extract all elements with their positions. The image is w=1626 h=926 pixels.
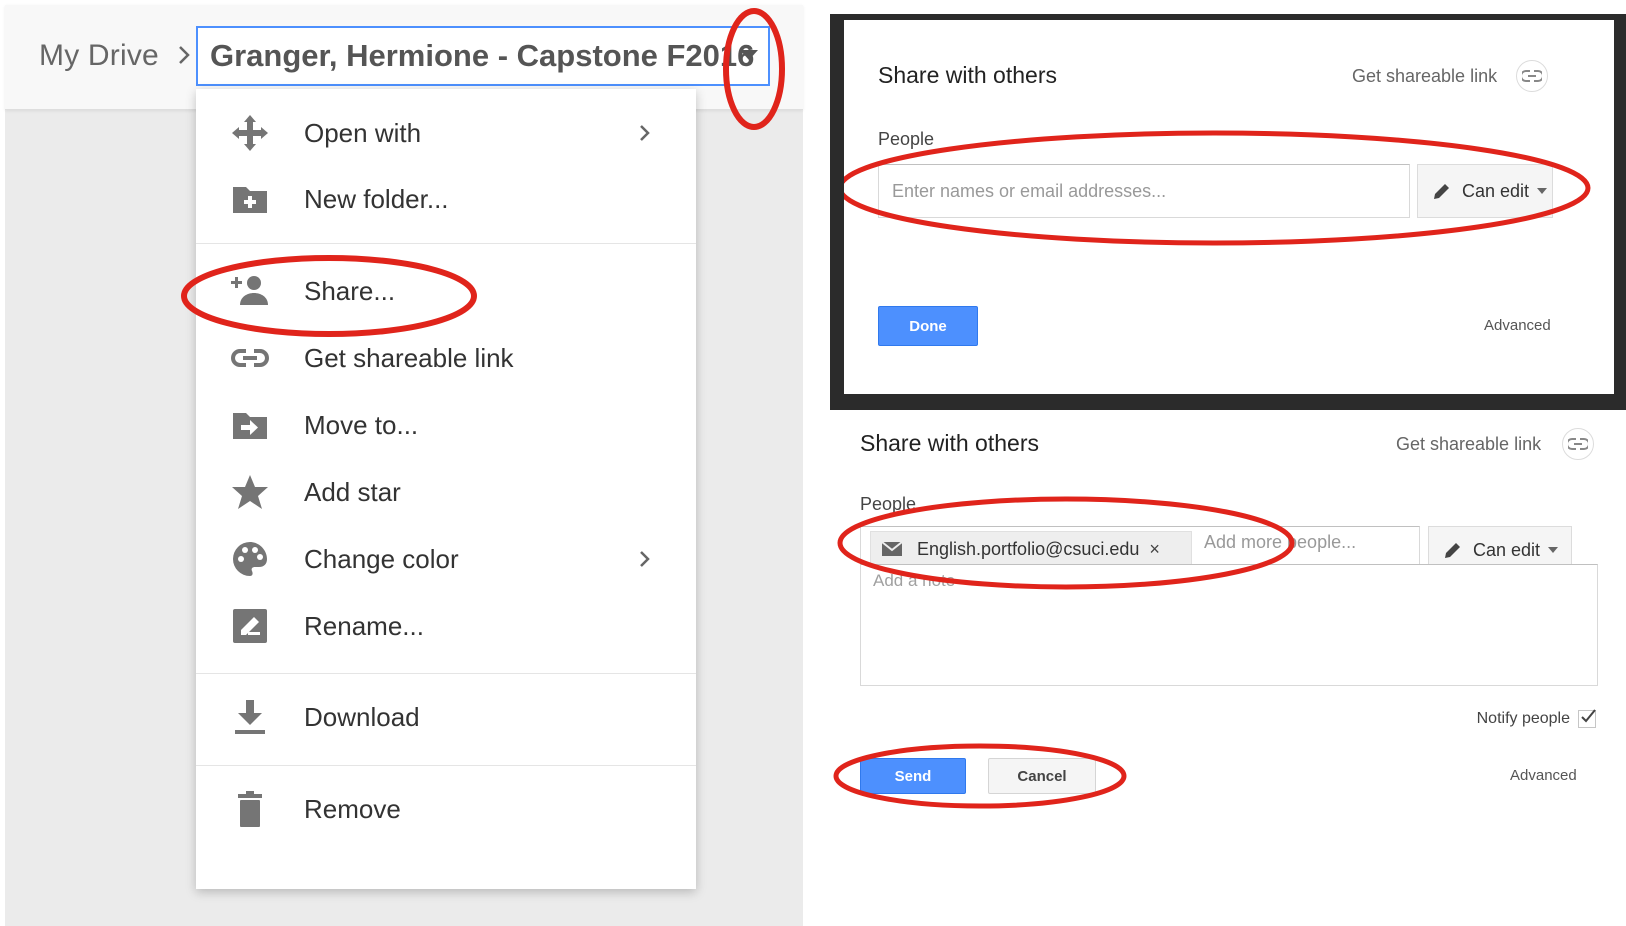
new-folder-icon [230, 179, 270, 219]
share-dialog-frame: Share with others Get shareable link Peo… [830, 14, 1626, 410]
permission-label: Can edit [1462, 180, 1530, 201]
current-folder-name: Granger, Hermione - Capstone F2016 [210, 38, 755, 73]
recipient-chip[interactable]: English.portfolio@csuci.edu × [870, 531, 1192, 567]
open-with-icon [230, 113, 270, 153]
dialog-title: Share with others [860, 430, 1039, 456]
menu-item-label: Share... [304, 275, 396, 306]
get-shareable-link[interactable]: Get shareable link [1396, 434, 1541, 455]
people-input[interactable] [878, 164, 1410, 218]
menu-item-label: Open with [304, 117, 422, 148]
menu-item-get-shareable-link[interactable]: Get shareable link [196, 328, 696, 388]
notify-checkbox[interactable] [1578, 709, 1596, 728]
menu-divider [196, 765, 696, 766]
star-icon [230, 472, 270, 512]
remove-recipient-icon[interactable]: × [1149, 539, 1160, 560]
menu-item-download[interactable]: Download [196, 687, 696, 747]
share-dialog-empty: Share with others Get shareable link Peo… [844, 20, 1614, 394]
permission-dropdown[interactable]: Can edit [1417, 164, 1553, 218]
notify-label: Notify people [1476, 710, 1570, 727]
people-label: People [878, 129, 935, 149]
people-label: People [860, 494, 917, 514]
caret-down-icon [1537, 188, 1548, 194]
advanced-link[interactable]: Advanced [1510, 767, 1577, 784]
menu-item-label: Download [304, 701, 420, 732]
add-more-people[interactable]: Add more people... [1204, 532, 1356, 553]
notify-people-option[interactable]: Notify people [1476, 709, 1596, 728]
cancel-button[interactable]: Cancel [988, 758, 1096, 794]
link-icon [230, 338, 270, 378]
recipient-email: English.portfolio@csuci.edu [917, 538, 1140, 559]
mail-icon [881, 541, 903, 556]
menu-item-move-to[interactable]: Move to... [196, 395, 696, 455]
menu-item-label: Get shareable link [304, 342, 514, 373]
link-icon[interactable] [1562, 428, 1594, 460]
download-icon [230, 697, 270, 737]
share-dialog-filled: Share with others Get shareable link Peo… [830, 410, 1626, 926]
rename-icon [230, 606, 270, 646]
menu-divider [196, 673, 696, 674]
submenu-arrow-icon [640, 125, 650, 141]
menu-item-label: Add star [304, 476, 401, 507]
menu-item-change-color[interactable]: Change color [196, 529, 696, 589]
share-person-icon [230, 271, 270, 311]
menu-item-label: Change color [304, 543, 459, 574]
checkmark-icon [1581, 709, 1596, 723]
menu-item-share[interactable]: Share... [196, 261, 696, 321]
trash-icon [230, 789, 270, 829]
menu-item-new-folder[interactable]: New folder... [196, 169, 696, 229]
menu-item-remove[interactable]: Remove [196, 779, 696, 839]
menu-item-label: Remove [304, 793, 401, 824]
breadcrumb-current-folder[interactable]: Granger, Hermione - Capstone F2016 [196, 26, 770, 86]
move-to-folder-icon [230, 405, 270, 445]
dialog-title: Share with others [878, 62, 1057, 88]
advanced-link[interactable]: Advanced [1484, 317, 1551, 334]
menu-item-label: New folder... [304, 183, 449, 214]
pencil-icon [1434, 184, 1449, 199]
menu-item-label: Move to... [304, 409, 419, 440]
caret-down-icon [1548, 547, 1559, 553]
menu-divider [196, 243, 696, 244]
link-icon[interactable] [1516, 60, 1548, 92]
submenu-arrow-icon [640, 551, 650, 567]
permission-label: Can edit [1473, 539, 1541, 560]
menu-item-add-star[interactable]: Add star [196, 462, 696, 522]
get-shareable-link[interactable]: Get shareable link [1352, 66, 1497, 87]
done-button[interactable]: Done [878, 306, 978, 346]
caret-down-icon[interactable] [738, 48, 760, 62]
palette-icon [230, 539, 270, 579]
folder-context-menu: Open with New folder... Share... Get sha… [196, 89, 696, 889]
pencil-icon [1445, 543, 1460, 558]
menu-item-label: Rename... [304, 610, 424, 641]
send-button[interactable]: Send [860, 758, 966, 794]
note-textarea[interactable] [860, 564, 1598, 686]
breadcrumb-my-drive[interactable]: My Drive [39, 39, 159, 73]
menu-item-open-with[interactable]: Open with [196, 103, 696, 163]
drive-context-menu-panel: My Drive Granger, Hermione - Capstone F2… [5, 5, 803, 926]
menu-item-rename[interactable]: Rename... [196, 596, 696, 656]
chevron-right-icon [179, 46, 190, 64]
